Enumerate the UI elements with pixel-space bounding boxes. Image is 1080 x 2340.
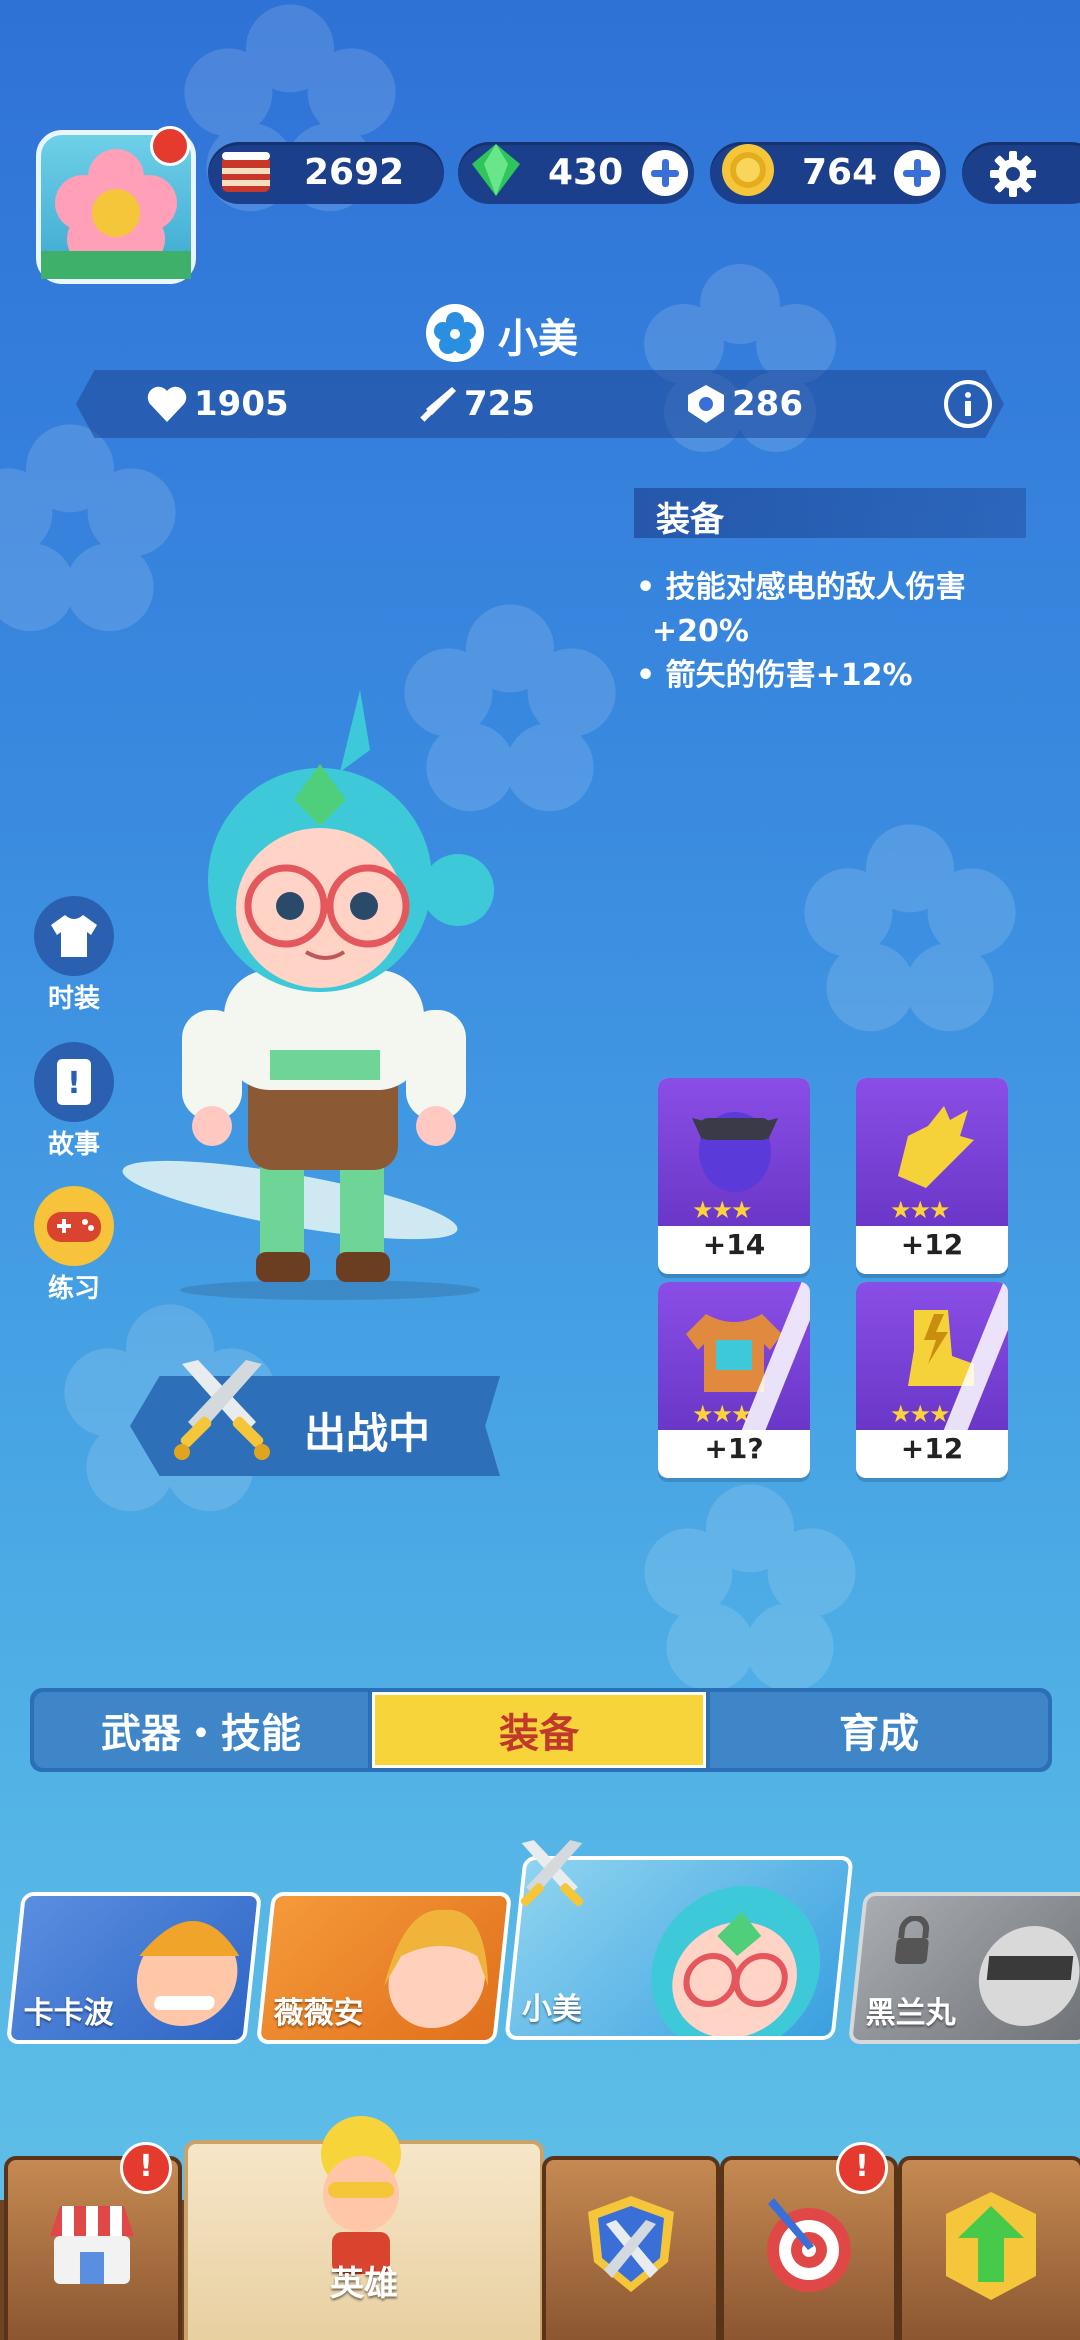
coin-count: 764	[802, 152, 878, 193]
story-label: 故事	[47, 1130, 100, 1160]
bonus-line-1: 技能对感电的敌人伤害	[665, 570, 966, 605]
hero-name-label: 薇薇安	[273, 1996, 364, 2031]
coin-icon	[722, 144, 774, 196]
hero-character-model[interactable]	[120, 680, 540, 1300]
gem-count: 430	[548, 152, 624, 193]
bonus-line-2: +20%	[652, 614, 749, 649]
shield-icon	[688, 385, 724, 423]
target-alert-badge: !	[836, 2142, 888, 2194]
nav-upgrade[interactable]	[898, 2156, 1080, 2340]
game-screen: { "resources": { "cake": "2692", "gem": …	[0, 0, 1080, 2340]
sword-icon	[420, 387, 456, 422]
tab-equipment[interactable]: 装备	[372, 1692, 706, 1768]
story-scroll-icon: !	[57, 1059, 91, 1105]
helmet-icon	[692, 1112, 778, 1192]
svg-text:!: !	[67, 1066, 81, 1101]
hero-element-badge	[426, 304, 484, 362]
shop-icon	[50, 2206, 134, 2284]
star-rating: ★★★	[890, 1196, 951, 1224]
fashion-button[interactable]	[34, 896, 114, 976]
target-icon	[767, 2198, 851, 2292]
shop-alert-badge: !	[120, 2142, 172, 2194]
hero-name-label: 黑兰丸	[865, 1996, 956, 2031]
hero-portrait-icon	[978, 1926, 1080, 2026]
equip-level: +12	[900, 1228, 964, 1261]
bg-flower-icon	[644, 1484, 856, 1692]
hero-card-kakabo[interactable]: 卡卡波	[6, 1892, 262, 2044]
battle-shield-icon	[588, 2196, 674, 2292]
practice-label: 练习	[47, 1274, 100, 1304]
info-icon	[965, 392, 971, 416]
bonus-line-3: 箭矢的伤害+12%	[665, 658, 913, 693]
cake-icon	[222, 152, 270, 192]
bg-flower-icon	[0, 424, 176, 632]
nav-hero[interactable]: 英雄	[184, 2116, 544, 2340]
defense-stat: 286	[686, 378, 803, 430]
practice-button[interactable]	[34, 1186, 114, 1266]
equipment-panel-title: 装备	[656, 500, 724, 540]
cake-resource[interactable]: 2692	[208, 142, 444, 204]
equip-slot-armor[interactable]: ★★★ +1?	[658, 1282, 810, 1478]
coin-resource[interactable]: 764	[710, 142, 946, 204]
hero-name-label: 小美	[521, 1992, 582, 2027]
hero-name: 小美	[498, 316, 578, 362]
settings-button[interactable]	[962, 142, 1080, 204]
gem-resource[interactable]: 430	[458, 142, 694, 204]
lock-icon	[894, 1916, 930, 1964]
gloves-icon	[898, 1106, 974, 1188]
notification-dot	[150, 126, 190, 166]
crossed-swords-icon	[520, 1840, 584, 1907]
hero-card-vivian[interactable]: 薇薇安	[256, 1892, 512, 2044]
equip-level: +1?	[704, 1432, 764, 1465]
star-rating: ★★★	[890, 1400, 951, 1428]
crossed-swords-icon	[174, 1360, 270, 1460]
attack-value: 725	[464, 384, 535, 424]
heart-icon	[147, 386, 187, 422]
nav-battle[interactable]	[542, 2156, 720, 2340]
equip-level: +14	[702, 1228, 766, 1261]
hero-portrait-icon	[651, 1886, 821, 2036]
star-rating: ★★★	[692, 1400, 753, 1428]
nav-hero-label: 英雄	[330, 2264, 398, 2304]
tab-training[interactable]: 育成	[710, 1692, 1048, 1768]
equip-slot-boots[interactable]: ★★★ +12	[856, 1282, 1008, 1478]
attack-stat: 725	[416, 378, 535, 430]
hp-stat: 1905	[146, 378, 289, 430]
gear-icon	[990, 151, 1036, 197]
equip-level: +12	[900, 1432, 964, 1465]
defense-value: 286	[732, 384, 803, 424]
upgrade-arrow-icon	[946, 2192, 1036, 2300]
hero-card-kokuranmaru[interactable]: 黑兰丸	[848, 1892, 1080, 2044]
tshirt-icon	[51, 915, 97, 957]
gem-icon	[472, 144, 520, 196]
hp-value: 1905	[194, 384, 289, 424]
gamepad-icon	[47, 1212, 101, 1242]
equip-slot-gloves[interactable]: ★★★ +12	[856, 1078, 1008, 1274]
water-flower-icon	[434, 312, 476, 354]
in-battle-label: 出战中	[304, 1409, 431, 1458]
bg-flower-icon	[804, 824, 1016, 1032]
stats-info-button[interactable]	[944, 380, 992, 428]
equipment-bonus-1: • 技能对感电的敌人伤害 +20% • 箭矢的伤害+12%	[636, 570, 966, 693]
equip-slot-helmet[interactable]: ★★★ +14	[658, 1078, 810, 1274]
tab-weapon-skill[interactable]: 武器・技能	[34, 1692, 368, 1768]
hero-portrait-icon	[136, 1921, 240, 2026]
add-coin-button[interactable]	[894, 150, 940, 196]
hero-portrait-icon	[384, 1909, 489, 2028]
fashion-label: 时装	[47, 984, 100, 1014]
hero-icon	[321, 2116, 401, 2274]
star-rating: ★★★	[692, 1196, 753, 1224]
add-gem-button[interactable]	[642, 150, 688, 196]
hero-name-label: 卡卡波	[23, 1996, 114, 2031]
story-button[interactable]: !	[34, 1042, 114, 1122]
cake-count: 2692	[304, 152, 405, 193]
